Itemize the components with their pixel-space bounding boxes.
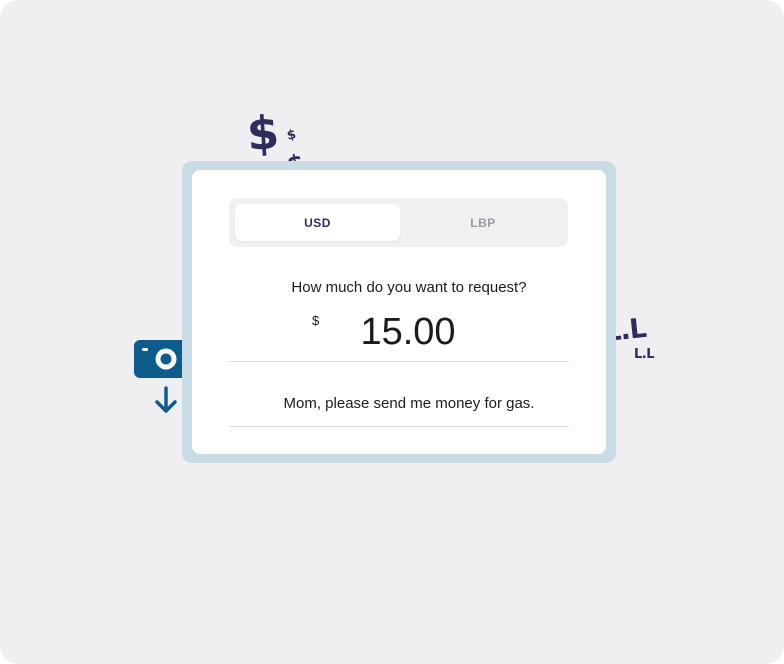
note-input[interactable] <box>229 392 589 414</box>
amount-input[interactable] <box>348 309 468 355</box>
lira-sign-small-icon: L.L <box>634 347 655 362</box>
tab-usd[interactable]: USD <box>235 204 400 241</box>
tab-lbp[interactable]: LBP <box>401 204 565 241</box>
request-question-label: How much do you want to request? <box>291 279 527 296</box>
currency-toggle: USD LBP <box>229 198 568 247</box>
currency-symbol: $ <box>312 313 320 328</box>
dollar-sign-large-icon: $ <box>245 104 281 162</box>
note-divider <box>229 426 569 427</box>
amount-divider <box>229 361 569 362</box>
